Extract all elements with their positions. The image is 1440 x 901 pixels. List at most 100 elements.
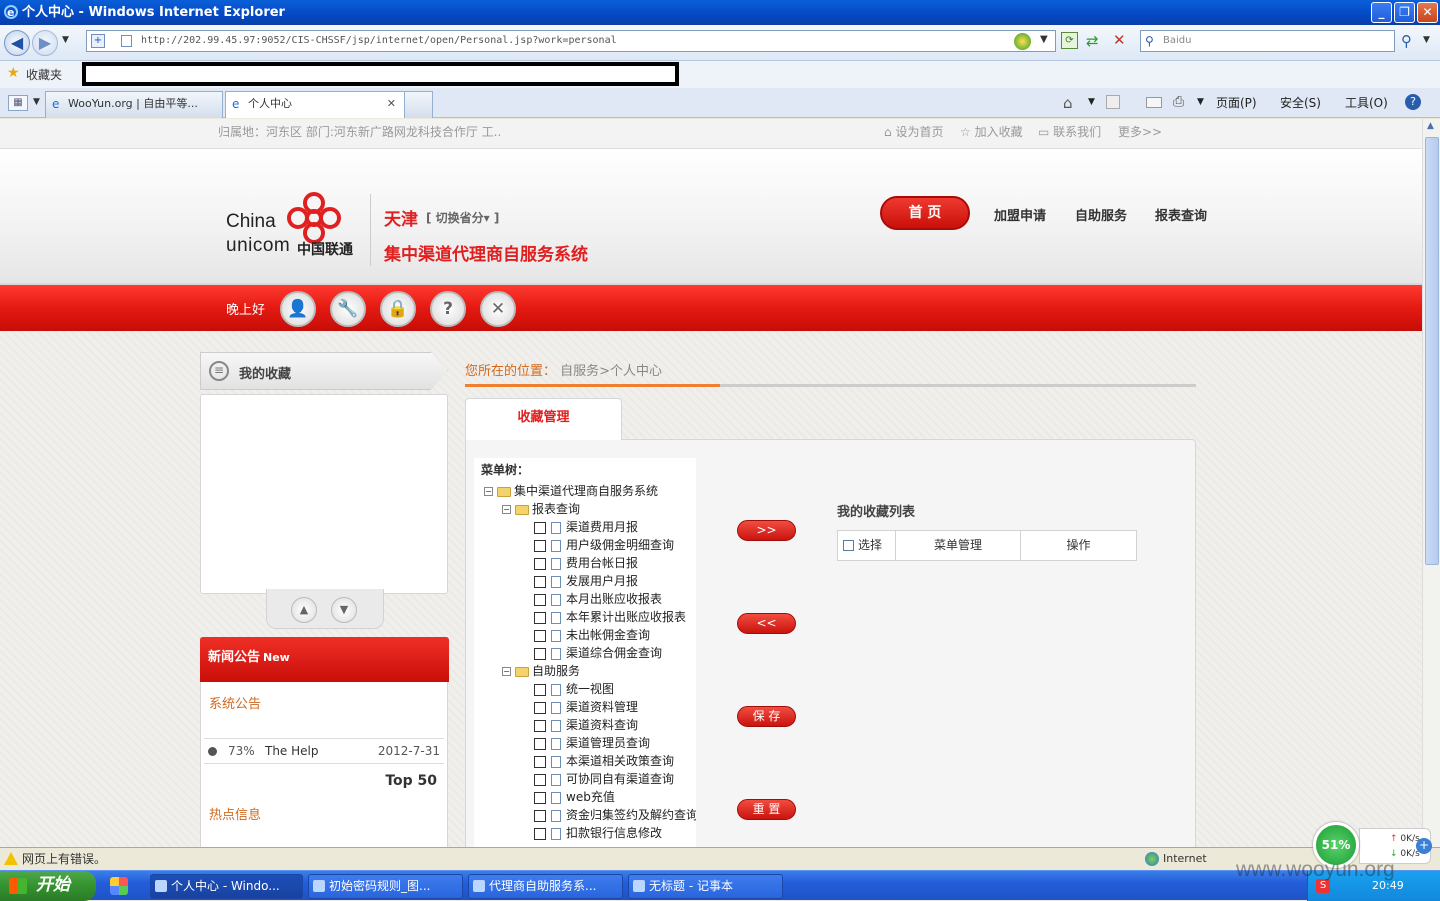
collapse-icon[interactable]: − <box>484 487 493 496</box>
tree-item-checkbox[interactable] <box>534 755 546 768</box>
list-item[interactable]: 73% The Help 2012-7-31 <box>204 738 444 764</box>
tree-leaf-item[interactable]: 可协同自有渠道查询 <box>534 770 674 788</box>
tree-node-label[interactable]: 渠道费用月报 <box>566 520 638 534</box>
tree-group[interactable]: − 报表查询 <box>502 500 580 518</box>
tab-favorites-management[interactable]: 收藏管理 <box>465 398 622 440</box>
tree-node-label[interactable]: 本渠道相关政策查询 <box>566 754 674 768</box>
tree-leaf-item[interactable]: 渠道费用月报 <box>534 518 638 536</box>
tree-leaf-item[interactable]: 资金归集签约及解约查询 <box>534 806 696 824</box>
tree-node-label[interactable]: 扣款银行信息修改 <box>566 826 662 840</box>
tree-node-label[interactable]: 渠道综合佣金查询 <box>566 646 662 660</box>
forward-button[interactable]: ▶ <box>32 30 58 56</box>
tree-item-checkbox[interactable] <box>534 791 546 804</box>
select-all-column[interactable]: 选择 <box>838 531 896 560</box>
remove-from-favorites-button[interactable]: << <box>737 613 796 634</box>
nav-self-service[interactable]: 自助服务 <box>1075 205 1127 224</box>
add-to-favorites-button[interactable]: >> <box>737 520 796 541</box>
taskbar-item-agent-system[interactable]: 代理商自助服务系... <box>468 874 623 899</box>
tree-group[interactable]: − 自助服务 <box>502 662 580 680</box>
tree-leaf-item[interactable]: 渠道管理员查询 <box>534 734 650 752</box>
nav-home-button[interactable]: 首 页 <box>880 196 970 230</box>
tree-node-label[interactable]: 报表查询 <box>532 502 580 516</box>
reset-button[interactable]: 重 置 <box>737 799 796 820</box>
rss-feed-icon[interactable]: ⟳ <box>1061 32 1078 49</box>
scrollbar-thumb[interactable] <box>1425 137 1439 565</box>
user-icon[interactable]: 👤 <box>280 291 316 327</box>
switch-province-link[interactable]: [ 切换省分▾ ] <box>426 209 499 226</box>
close-icon[interactable]: ✕ <box>480 291 516 327</box>
taskbar-item-notepad[interactable]: 无标题 - 记事本 <box>628 874 783 899</box>
home-icon[interactable]: ⌂ <box>1063 94 1073 112</box>
back-button[interactable]: ◀ <box>4 30 30 56</box>
tree-leaf-item[interactable]: 未出帐佣金查询 <box>534 626 650 644</box>
tab-list-icon[interactable]: ▼ <box>33 97 40 107</box>
tab-close-icon[interactable]: ✕ <box>387 92 396 116</box>
tree-root[interactable]: − 集中渠道代理商自服务系统 <box>484 482 658 500</box>
tree-item-checkbox[interactable] <box>534 701 546 714</box>
favorites-label[interactable]: 收藏夹 <box>26 66 62 83</box>
tree-item-checkbox[interactable] <box>534 809 546 822</box>
tree-leaf-item[interactable]: 渠道资料管理 <box>534 698 638 716</box>
search-go-icon[interactable]: ⚲ <box>1401 32 1412 50</box>
url-field[interactable]: http://202.99.45.97:9052/CIS-CHSSF/jsp/i… <box>86 30 1056 52</box>
quick-tabs-icon[interactable]: ▦ <box>8 95 28 111</box>
tree-leaf-item[interactable]: 本月出账应收报表 <box>534 590 662 608</box>
refresh-icon[interactable]: ⇄ <box>1086 32 1099 50</box>
help-icon[interactable]: ? <box>1405 94 1421 110</box>
tree-node-label[interactable]: 渠道资料管理 <box>566 700 638 714</box>
taskbar-item-password-rules[interactable]: 初始密码规则_图... <box>308 874 463 899</box>
tree-item-checkbox[interactable] <box>534 575 546 588</box>
tree-node-label[interactable]: 统一视图 <box>566 682 614 696</box>
feeds-icon[interactable] <box>1106 95 1120 109</box>
collapse-icon[interactable]: − <box>502 667 511 676</box>
tree-item-checkbox[interactable] <box>534 611 546 624</box>
help-icon[interactable]: ? <box>430 291 466 327</box>
collapse-icon[interactable]: − <box>502 505 511 514</box>
tools-menu[interactable]: 工具(O) <box>1345 94 1388 111</box>
tree-item-checkbox[interactable] <box>534 773 546 786</box>
quick-launch-icon[interactable] <box>110 877 128 895</box>
tree-node-label[interactable]: 可协同自有渠道查询 <box>566 772 674 786</box>
tree-item-checkbox[interactable] <box>534 593 546 606</box>
safety-menu[interactable]: 安全(S) <box>1280 94 1321 111</box>
compat-view-icon[interactable] <box>1014 33 1031 50</box>
nav-join[interactable]: 加盟申请 <box>994 205 1046 224</box>
tree-leaf-item[interactable]: 费用台帐日报 <box>534 554 638 572</box>
tree-leaf-item[interactable]: 扣款银行信息修改 <box>534 824 662 842</box>
mail-icon[interactable] <box>1146 97 1162 108</box>
favorites-star-icon[interactable]: ★ <box>7 65 20 81</box>
tree-node-label[interactable]: 资金归集签约及解约查询 <box>566 808 696 822</box>
save-button[interactable]: 保 存 <box>737 706 796 727</box>
tree-leaf-item[interactable]: 统一视图 <box>534 680 614 698</box>
minimize-button[interactable]: _ <box>1371 2 1392 23</box>
tree-leaf-item[interactable]: 本年累计出账应收报表 <box>534 608 686 626</box>
tree-node-label[interactable]: 本月出账应收报表 <box>566 592 662 606</box>
hot-info-link[interactable]: 热点信息 <box>209 804 261 823</box>
stop-icon[interactable]: ✕ <box>1113 31 1126 49</box>
tree-leaf-item[interactable]: 渠道资料查询 <box>534 716 638 734</box>
maximize-button[interactable]: ❐ <box>1394 2 1415 23</box>
tree-node-label[interactable]: 集中渠道代理商自服务系统 <box>514 484 658 498</box>
tree-leaf-item[interactable]: 发展用户月报 <box>534 572 638 590</box>
tree-item-checkbox[interactable] <box>534 827 546 840</box>
page-menu[interactable]: 页面(P) <box>1216 94 1257 111</box>
tree-node-label[interactable]: 渠道管理员查询 <box>566 736 650 750</box>
status-message[interactable]: 网页上有错误。 <box>22 848 106 870</box>
add-icon[interactable]: + <box>1416 838 1432 854</box>
tree-item-checkbox[interactable] <box>534 629 546 642</box>
tree-node-label[interactable]: web充值 <box>566 790 615 804</box>
wrench-icon[interactable]: 🔧 <box>330 291 366 327</box>
scroll-up-arrow-icon[interactable]: ▲ <box>1427 121 1434 131</box>
tree-item-checkbox[interactable] <box>534 539 546 552</box>
taskbar-item-ie-personal[interactable]: 个人中心 - Windo... <box>150 874 303 899</box>
tree-leaf-item[interactable]: 渠道综合佣金查询 <box>534 644 662 662</box>
tree-node-label[interactable]: 未出帐佣金查询 <box>566 628 650 642</box>
tab-personal-center[interactable]: e 个人中心 ✕ <box>225 91 405 118</box>
lock-icon[interactable]: 🔒 <box>380 291 416 327</box>
tree-item-checkbox[interactable] <box>534 719 546 732</box>
select-all-checkbox[interactable] <box>843 540 854 551</box>
add-favorite-link[interactable]: ☆ 加入收藏 <box>960 119 1023 145</box>
tab-wooyun[interactable]: e WooYun.org | 自由平等... <box>45 91 223 118</box>
scroll-up-button[interactable]: ▲ <box>291 597 317 623</box>
tree-leaf-item[interactable]: web充值 <box>534 788 615 806</box>
